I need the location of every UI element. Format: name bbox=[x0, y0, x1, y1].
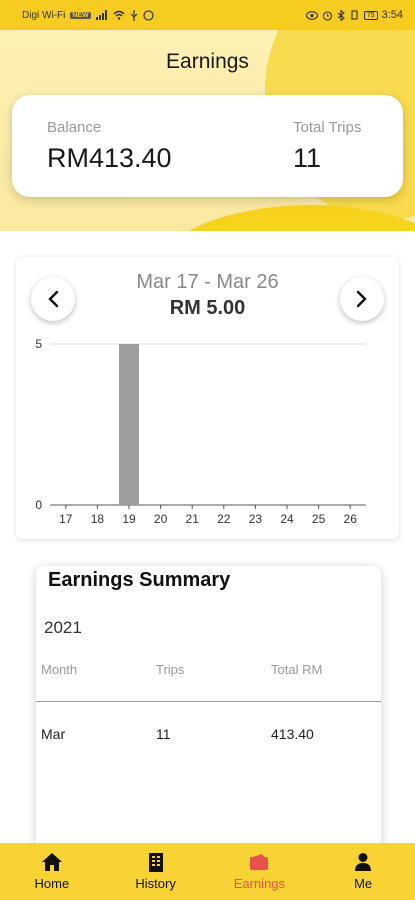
status-bar: Digi Wi-Fi NEW 75 3:54 bbox=[0, 0, 415, 30]
summary-year: 2021 bbox=[44, 618, 82, 637]
carrier-label: Digi Wi-Fi bbox=[22, 9, 66, 21]
y-tick-label: 5 bbox=[35, 337, 42, 351]
battery-indicator: 75 bbox=[363, 10, 378, 20]
x-tick-label: 26 bbox=[344, 512, 358, 526]
nav-label-earnings: Earnings bbox=[233, 876, 286, 891]
history-icon bbox=[145, 851, 167, 873]
status-time: 3:54 bbox=[381, 9, 403, 21]
home-icon bbox=[41, 851, 63, 873]
balance-card: Balance RM413.40 Total Trips 11 bbox=[12, 95, 403, 197]
page-title: Earnings bbox=[166, 50, 249, 73]
column-header-trips: Trips bbox=[156, 662, 185, 677]
chart-bar bbox=[119, 344, 139, 505]
status-right: 75 3:54 bbox=[305, 9, 403, 21]
earnings-summary-card: Earnings Summary 2021 Month Trips Total … bbox=[36, 566, 381, 856]
x-tick-label: 19 bbox=[122, 512, 136, 526]
summary-title: Earnings Summary bbox=[48, 569, 231, 591]
alarm-icon bbox=[322, 10, 332, 21]
nav-item-me[interactable]: Me bbox=[311, 843, 415, 900]
nav-label-me: Me bbox=[354, 876, 373, 891]
status-left: Digi Wi-Fi NEW bbox=[22, 9, 154, 21]
balance-value: RM413.40 bbox=[47, 143, 172, 173]
summary-divider bbox=[36, 701, 381, 702]
cell-trips: 11 bbox=[156, 726, 171, 742]
x-tick-label: 18 bbox=[91, 512, 105, 526]
whatsapp-icon bbox=[143, 9, 154, 21]
x-tick-label: 23 bbox=[249, 512, 263, 526]
column-header-month: Month bbox=[41, 662, 78, 677]
x-tick-label: 22 bbox=[217, 512, 231, 526]
total-trips-label: Total Trips bbox=[293, 119, 362, 136]
balance-label: Balance bbox=[47, 119, 102, 136]
earnings-bar-chart: 0 5 17 18 19 20 21 22 23 24 25 26 bbox=[35, 337, 366, 526]
x-tick-label: 20 bbox=[154, 512, 168, 526]
vibrate-icon bbox=[351, 10, 358, 20]
column-header-total: Total RM bbox=[271, 662, 323, 677]
usb-icon bbox=[130, 9, 138, 21]
wifi-icon bbox=[113, 10, 125, 20]
bluetooth-icon bbox=[337, 9, 345, 21]
total-trips-value: 11 bbox=[293, 143, 322, 173]
weekly-chart-card: Mar 17 - Mar 26 RM 5.00 0 5 17 18 19 20 21 22 23… bbox=[16, 257, 399, 539]
x-tick-label: 24 bbox=[280, 512, 294, 526]
bottom-navigation: Home History Earnings Me bbox=[0, 843, 415, 900]
y-tick-label: 0 bbox=[35, 498, 42, 512]
nav-item-history[interactable]: History bbox=[104, 843, 208, 900]
eye-icon bbox=[305, 10, 318, 20]
x-tick-label: 17 bbox=[59, 512, 73, 526]
nav-label-home: Home bbox=[34, 876, 70, 891]
nav-label-history: History bbox=[135, 876, 176, 891]
nav-item-home[interactable]: Home bbox=[0, 843, 104, 900]
signal-icon bbox=[95, 10, 107, 20]
new-badge: NEW bbox=[70, 11, 91, 19]
wallet-icon bbox=[248, 851, 270, 873]
user-icon bbox=[352, 851, 374, 873]
x-tick-label: 25 bbox=[312, 512, 326, 526]
cell-month: Mar bbox=[41, 726, 66, 742]
cell-total: 413.40 bbox=[271, 726, 314, 742]
nav-item-earnings[interactable]: Earnings bbox=[208, 843, 312, 900]
x-tick-label: 21 bbox=[186, 512, 200, 526]
